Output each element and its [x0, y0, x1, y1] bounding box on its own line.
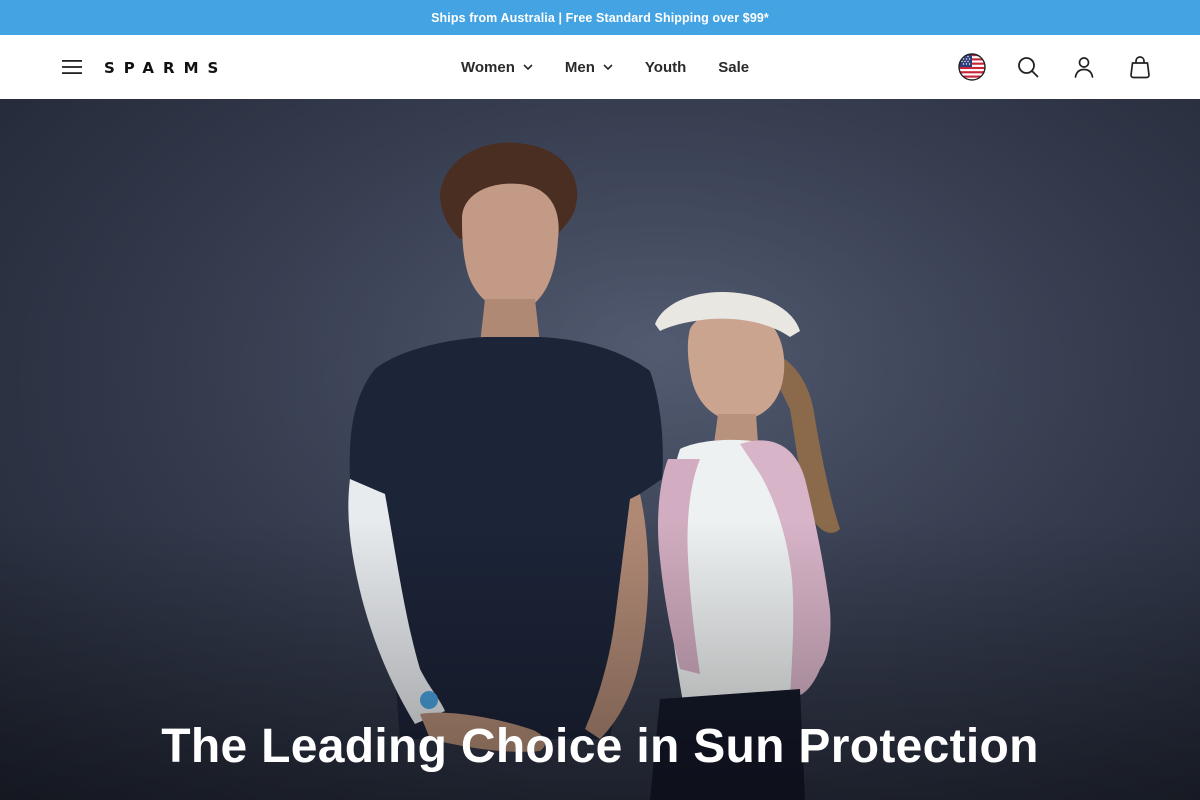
nav-item-label: Men: [564, 58, 595, 76]
logo[interactable]: SPARMS: [104, 58, 227, 78]
nav-item-women[interactable]: Women: [461, 59, 533, 76]
menu-button[interactable]: [60, 55, 84, 79]
nav-item-youth[interactable]: Youth: [645, 59, 686, 76]
hero-banner[interactable]: The Leading Choice in Sun Protection: [0, 99, 1200, 800]
country-selector[interactable]: [956, 51, 988, 83]
main-nav: Women Men Youth Sale: [461, 35, 749, 99]
hamburger-icon: [62, 60, 82, 74]
nav-item-label: Sale: [718, 58, 750, 76]
us-flag-icon: [958, 53, 986, 81]
nav-item-men[interactable]: Men: [565, 59, 613, 76]
shopping-bag-icon: [1130, 56, 1150, 79]
announcement-text: Ships from Australia | Free Standard Shi…: [431, 10, 769, 25]
cart-button[interactable]: [1124, 51, 1156, 83]
account-icon: [1074, 57, 1094, 78]
hero-image: [0, 99, 1200, 800]
search-icon: [1018, 57, 1039, 78]
chevron-down-icon: [603, 64, 613, 70]
header-icons: [956, 51, 1156, 83]
announcement-bar: Ships from Australia | Free Standard Shi…: [0, 0, 1200, 35]
hero-title: The Leading Choice in Sun Protection: [161, 720, 1039, 773]
nav-item-sale[interactable]: Sale: [718, 59, 749, 76]
chevron-down-icon: [523, 64, 533, 70]
account-button[interactable]: [1068, 51, 1100, 83]
nav-item-label: Youth: [644, 58, 687, 76]
site-header: SPARMS Women Men Youth Sale: [0, 35, 1200, 99]
nav-item-label: Women: [461, 58, 515, 76]
search-button[interactable]: [1012, 51, 1044, 83]
